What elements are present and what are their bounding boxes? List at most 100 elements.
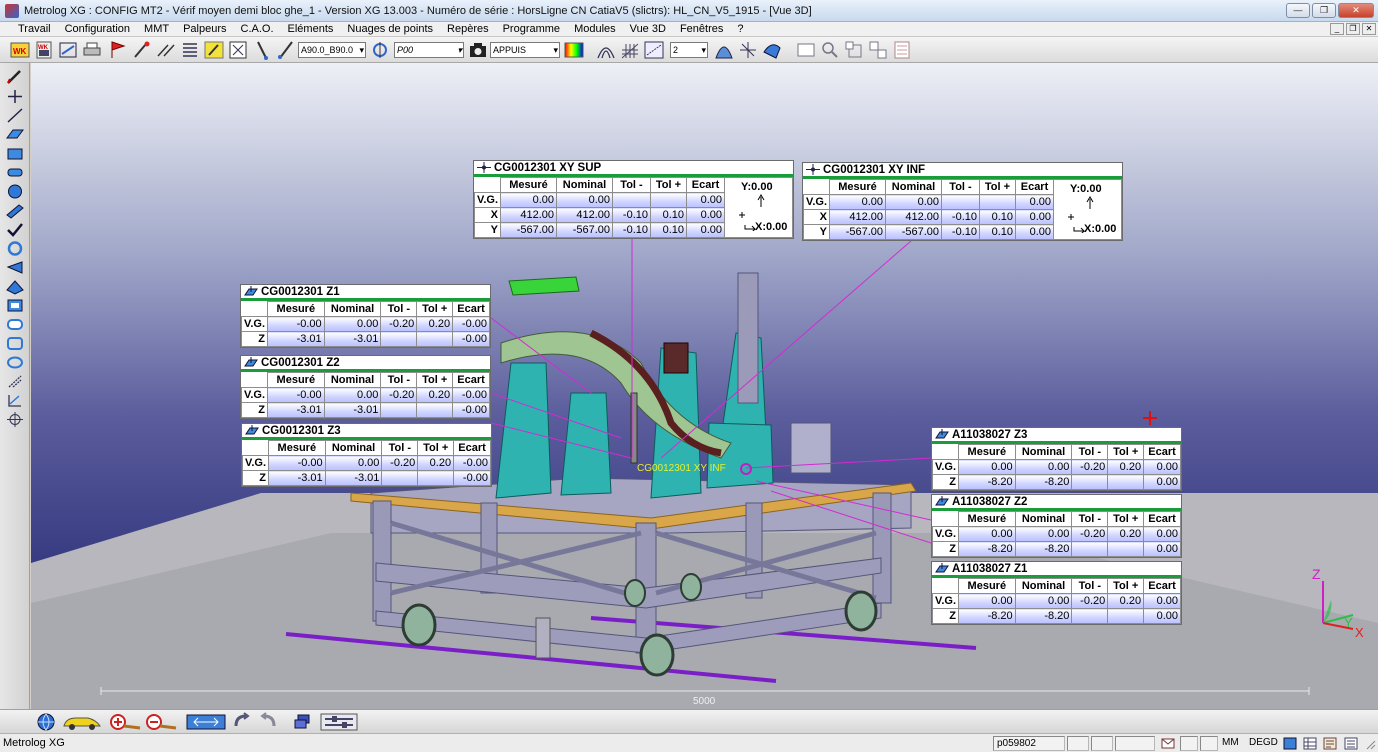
- envelope-icon[interactable]: [1161, 737, 1175, 750]
- layers-icon[interactable]: [292, 712, 312, 732]
- line-element-icon[interactable]: [5, 107, 25, 124]
- box-element-icon[interactable]: [5, 297, 25, 314]
- select-box-icon[interactable]: [228, 40, 248, 60]
- card-cg0012301-z1[interactable]: CG0012301 Z1 Mesuré Nominal Tol - Tol + …: [240, 284, 491, 348]
- rotate-right-icon[interactable]: [258, 712, 278, 732]
- menu-elements[interactable]: Eléments: [281, 23, 341, 35]
- list-view-icon[interactable]: [1344, 737, 1358, 750]
- table-view-icon[interactable]: [1303, 737, 1317, 750]
- status-units[interactable]: MM: [1222, 737, 1239, 748]
- oblong-element-icon[interactable]: [5, 316, 25, 333]
- point-select[interactable]: P00: [394, 42, 464, 58]
- wk-new-icon[interactable]: WK: [10, 40, 30, 60]
- mode-select[interactable]: APPUIS: [490, 42, 560, 58]
- shaded-view-icon[interactable]: [762, 40, 782, 60]
- axes-icon[interactable]: [738, 40, 758, 60]
- window-icon[interactable]: [796, 40, 816, 60]
- card-cg0012301-z2[interactable]: CG0012301 Z2 Mesuré Nominal Tol - Tol + …: [240, 355, 491, 419]
- sphere-element-icon[interactable]: [5, 183, 25, 200]
- construction-icon[interactable]: [5, 373, 25, 390]
- origin-cross-icon: [1143, 411, 1157, 425]
- fit-view-icon[interactable]: [186, 712, 226, 732]
- row-label: Z: [932, 608, 959, 624]
- minimize-button[interactable]: —: [1286, 3, 1310, 18]
- measure-icon[interactable]: [58, 40, 78, 60]
- menu-programme[interactable]: Programme: [496, 23, 567, 35]
- mdi-close-button[interactable]: ✕: [1362, 23, 1376, 35]
- rotate-probe-icon[interactable]: [370, 40, 390, 60]
- zoom-in-icon[interactable]: [108, 712, 144, 732]
- status-cell-empty-3: [1115, 736, 1155, 751]
- section-icon[interactable]: [644, 40, 664, 60]
- check-icon[interactable]: [5, 221, 25, 238]
- menu-palpeurs[interactable]: Palpeurs: [176, 23, 233, 35]
- curve-element-icon[interactable]: [5, 335, 25, 352]
- count-select[interactable]: 2: [670, 42, 708, 58]
- rotate-left-icon[interactable]: [232, 712, 252, 732]
- menu-modules[interactable]: Modules: [567, 23, 623, 35]
- card-a11038027-z3[interactable]: A11038027 Z3 Mesuré Nominal Tol - Tol + …: [931, 427, 1182, 491]
- zoom-out-icon[interactable]: [144, 712, 180, 732]
- maximize-button[interactable]: ❐: [1312, 3, 1336, 18]
- resize-grip-icon[interactable]: [1363, 737, 1377, 750]
- printer-icon[interactable]: [82, 40, 102, 60]
- upright-column: [737, 272, 759, 404]
- car-view-icon[interactable]: [62, 712, 102, 732]
- menu-nuages-de-points[interactable]: Nuages de points: [340, 23, 440, 35]
- card-cg0012301-z3[interactable]: CG0012301 Z3 Mesuré Nominal Tol - Tol + …: [241, 423, 492, 487]
- header-tol-minus: Tol -: [612, 177, 651, 193]
- probe-icon[interactable]: [252, 40, 272, 60]
- slot-element-icon[interactable]: [5, 164, 25, 181]
- probe-scan-icon[interactable]: [156, 40, 176, 60]
- ellipse-element-icon[interactable]: [5, 354, 25, 371]
- settings-panel-icon[interactable]: [320, 712, 358, 732]
- probe-orientation-select[interactable]: A90.0_B90.0: [298, 42, 366, 58]
- tile-icon[interactable]: [868, 40, 888, 60]
- report-icon[interactable]: [892, 40, 912, 60]
- menu-configuration[interactable]: Configuration: [58, 23, 137, 35]
- crosshair-icon[interactable]: [5, 411, 25, 428]
- card-cg0012301-xy-sup[interactable]: CG0012301 XY SUP Mesuré Nominal Tol - To…: [473, 160, 794, 239]
- menu-fenetres[interactable]: Fenêtres: [673, 23, 730, 35]
- zoom-icon[interactable]: [820, 40, 840, 60]
- grid-icon[interactable]: [620, 40, 640, 60]
- report-view-icon[interactable]: [1323, 737, 1337, 750]
- view-mode-icon[interactable]: [1283, 737, 1297, 750]
- card-cg0012301-xy-inf[interactable]: CG0012301 XY INF Mesuré Nominal Tol - To…: [802, 162, 1123, 241]
- circle-element-icon[interactable]: [5, 240, 25, 257]
- point-element-icon[interactable]: [5, 88, 25, 105]
- globe-icon[interactable]: [36, 712, 56, 732]
- menu-reperes[interactable]: Repères: [440, 23, 496, 35]
- camera-icon[interactable]: [468, 40, 488, 60]
- status-angle-units[interactable]: DEGD: [1249, 737, 1278, 748]
- menu-travail[interactable]: Travail: [0, 23, 58, 35]
- menu-vue-3d[interactable]: Vue 3D: [623, 23, 673, 35]
- frame-icon[interactable]: [844, 40, 864, 60]
- highlight-icon[interactable]: [204, 40, 224, 60]
- menu-mmt[interactable]: MMT: [137, 23, 176, 35]
- torus-element-icon[interactable]: [5, 278, 25, 295]
- color-map-icon[interactable]: [564, 40, 584, 60]
- list-icon[interactable]: [180, 40, 200, 60]
- close-button[interactable]: ✕: [1338, 3, 1374, 18]
- cell-tol-plus: 0.20: [1107, 526, 1145, 542]
- mesh-icon[interactable]: [596, 40, 616, 60]
- card-a11038027-z1[interactable]: A11038027 Z1 Mesuré Nominal Tol - Tol + …: [931, 561, 1182, 625]
- header-tol-plus: Tol +: [416, 301, 454, 317]
- mdi-restore-button[interactable]: ❐: [1346, 23, 1360, 35]
- cylinder-element-icon[interactable]: [5, 202, 25, 219]
- card-a11038027-z2[interactable]: A11038027 Z2 Mesuré Nominal Tol - Tol + …: [931, 494, 1182, 558]
- menu-help[interactable]: ?: [730, 23, 750, 35]
- mdi-minimize-button[interactable]: _: [1330, 23, 1344, 35]
- flag-icon[interactable]: [108, 40, 128, 60]
- pen-icon[interactable]: [5, 68, 25, 85]
- menu-cao[interactable]: C.A.O.: [234, 23, 281, 35]
- probe-point-icon[interactable]: [132, 40, 152, 60]
- rectangle-element-icon[interactable]: [5, 145, 25, 162]
- scan-icon[interactable]: [5, 392, 25, 409]
- plane-element-icon[interactable]: [5, 126, 25, 143]
- surface-icon[interactable]: [714, 40, 734, 60]
- wk-save-icon[interactable]: WK: [34, 40, 54, 60]
- stylus-icon[interactable]: [276, 40, 296, 60]
- cone-element-icon[interactable]: [5, 259, 25, 276]
